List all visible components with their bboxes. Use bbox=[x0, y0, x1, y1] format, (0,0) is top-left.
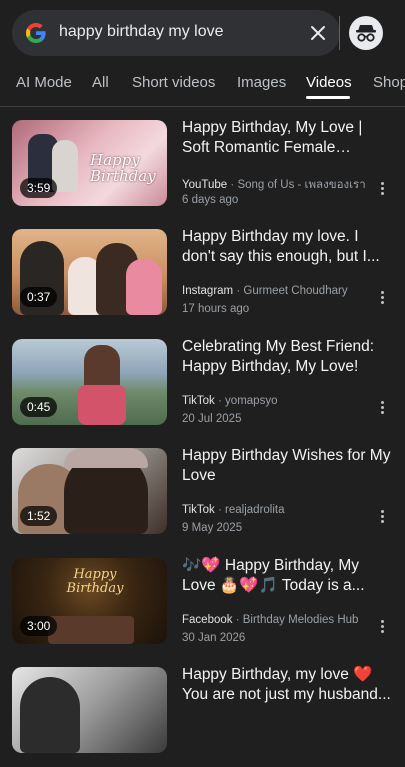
video-source: TikTok · realjadrolita bbox=[182, 504, 285, 516]
video-title[interactable]: Happy Birthday, My Love | Soft Romantic … bbox=[182, 118, 394, 158]
video-title[interactable]: Celebrating My Best Friend: Happy Birthd… bbox=[182, 337, 394, 377]
video-result[interactable]: Happy Birthday, my love ❤️ You are not j… bbox=[0, 665, 405, 767]
video-result[interactable]: 0:45 Celebrating My Best Friend: Happy B… bbox=[0, 337, 405, 439]
video-title[interactable]: Happy Birthday my love. I don't say this… bbox=[182, 227, 394, 267]
video-date: 6 days ago bbox=[182, 194, 239, 206]
video-title[interactable]: 🎶💖 Happy Birthday, My Love 🎂💖🎵 Today is … bbox=[182, 556, 394, 596]
more-options-icon[interactable] bbox=[376, 289, 388, 307]
thumbnail-caption: Happy Birthday bbox=[90, 151, 156, 185]
video-thumbnail[interactable] bbox=[12, 667, 167, 753]
video-duration: 1:52 bbox=[20, 506, 58, 526]
tab-shop[interactable]: Shop bbox=[373, 74, 405, 91]
video-date: 9 May 2025 bbox=[182, 522, 243, 534]
video-source: YouTube · Song of Us - เพลงของเรา bbox=[182, 179, 366, 191]
more-options-icon[interactable] bbox=[376, 399, 388, 417]
video-duration: 0:45 bbox=[20, 397, 58, 417]
search-input[interactable]: happy birthday my love bbox=[59, 23, 224, 41]
tab-ai-mode[interactable]: AI Mode bbox=[16, 74, 72, 91]
video-result[interactable]: 0:37 Happy Birthday my love. I don't say… bbox=[0, 227, 405, 329]
video-source: Instagram · Gurmeet Choudhary bbox=[182, 285, 348, 297]
tab-all[interactable]: All bbox=[92, 74, 109, 91]
video-date: 20 Jul 2025 bbox=[182, 413, 242, 425]
thumbnail-caption: Happy Birthday bbox=[66, 567, 124, 596]
video-result[interactable]: Happy Birthday 3:00 🎶💖 Happy Birthday, M… bbox=[0, 556, 405, 658]
video-result[interactable]: Happy Birthday 3:59 Happy Birthday, My L… bbox=[0, 118, 405, 220]
tab-images[interactable]: Images bbox=[237, 74, 286, 91]
tabs-divider bbox=[0, 106, 405, 107]
video-thumbnail[interactable]: 0:37 bbox=[12, 229, 167, 315]
video-source: Facebook · Birthday Melodies Hub bbox=[182, 614, 359, 626]
top-bar: happy birthday my love bbox=[0, 0, 405, 68]
google-logo-icon bbox=[26, 23, 46, 43]
video-thumbnail[interactable]: Happy Birthday 3:59 bbox=[12, 120, 167, 206]
video-duration: 3:00 bbox=[20, 616, 58, 636]
incognito-avatar-icon[interactable] bbox=[349, 16, 383, 50]
video-duration: 3:59 bbox=[20, 178, 58, 198]
video-thumbnail[interactable]: 1:52 bbox=[12, 448, 167, 534]
active-tab-indicator bbox=[306, 96, 350, 99]
video-title[interactable]: Happy Birthday, my love ❤️ You are not j… bbox=[182, 665, 394, 705]
tab-short-videos[interactable]: Short videos bbox=[132, 74, 215, 91]
more-options-icon[interactable] bbox=[376, 618, 388, 636]
divider bbox=[339, 16, 340, 50]
search-tabs: AI Mode All Short videos Images Videos S… bbox=[0, 68, 405, 106]
more-options-icon[interactable] bbox=[376, 508, 388, 526]
tab-videos[interactable]: Videos bbox=[306, 74, 352, 91]
video-source: TikTok · yomapsyo bbox=[182, 395, 278, 407]
more-options-icon[interactable] bbox=[376, 180, 388, 198]
video-date: 30 Jan 2026 bbox=[182, 632, 246, 644]
video-thumbnail[interactable]: 0:45 bbox=[12, 339, 167, 425]
search-box[interactable]: happy birthday my love bbox=[12, 10, 340, 56]
video-duration: 0:37 bbox=[20, 287, 58, 307]
video-thumbnail[interactable]: Happy Birthday 3:00 bbox=[12, 558, 167, 644]
video-title[interactable]: Happy Birthday Wishes for My Love bbox=[182, 446, 394, 486]
video-date: 17 hours ago bbox=[182, 303, 250, 315]
video-result[interactable]: 1:52 Happy Birthday Wishes for My Love T… bbox=[0, 446, 405, 548]
clear-icon[interactable] bbox=[308, 23, 328, 43]
